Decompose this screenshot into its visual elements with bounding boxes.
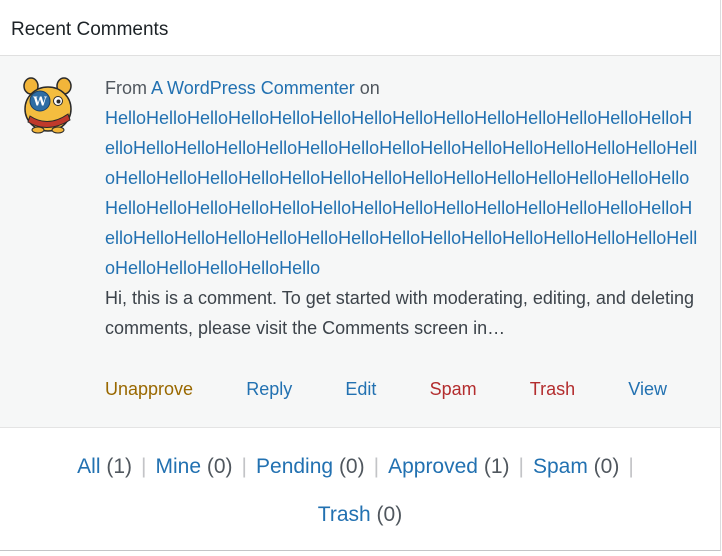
reply-action[interactable]: Reply bbox=[246, 374, 292, 404]
filter-separator: | bbox=[373, 455, 380, 478]
filter-all-link[interactable]: All bbox=[77, 455, 100, 478]
filter-approved: Approved (1) bbox=[388, 455, 509, 478]
filter-line-1: All (1) | Mine (0) | Pending (0) | Approved (1… bbox=[24, 449, 696, 485]
filter-spam-link[interactable]: Spam bbox=[533, 455, 588, 478]
filter-approved-link[interactable]: Approved bbox=[388, 455, 478, 478]
wapuu-avatar-icon: W bbox=[23, 77, 72, 134]
filter-line-2: Trash (0) bbox=[24, 497, 696, 533]
comment-excerpt: Hi, this is a comment. To get started wi… bbox=[105, 288, 694, 338]
from-label: From bbox=[105, 78, 147, 98]
filter-approved-count: (1) bbox=[483, 455, 510, 478]
filter-all: All (1) bbox=[77, 455, 132, 478]
comment-meta: From A WordPress Commenter on bbox=[105, 73, 701, 103]
filter-separator: | bbox=[241, 455, 248, 478]
unapprove-action[interactable]: Unapprove bbox=[105, 374, 193, 404]
widget-title: Recent Comments bbox=[11, 19, 169, 40]
filter-pending-count: (0) bbox=[338, 455, 365, 478]
filter-separator: | bbox=[628, 455, 634, 478]
filter-mine: Mine (0) bbox=[156, 455, 233, 478]
comment-status-filters: All (1) | Mine (0) | Pending (0) | Approved (1… bbox=[0, 449, 720, 533]
filter-separator: | bbox=[518, 455, 524, 478]
filter-all-count: (1) bbox=[106, 455, 133, 478]
filter-spam-count: (0) bbox=[593, 455, 620, 478]
widget-header: Recent Comments bbox=[0, 0, 720, 56]
post-title-link[interactable]: HelloHelloHelloHelloHelloHelloHelloHello… bbox=[105, 103, 701, 283]
comment-author-link[interactable]: A WordPress Commenter bbox=[151, 78, 355, 98]
spam-action[interactable]: Spam bbox=[430, 374, 477, 404]
svg-text:W: W bbox=[32, 95, 47, 109]
comment-item: W From A WordPress Commenter on HelloHel… bbox=[0, 56, 720, 428]
trash-action[interactable]: Trash bbox=[530, 374, 575, 404]
edit-action[interactable]: Edit bbox=[345, 374, 376, 404]
filter-mine-link[interactable]: Mine bbox=[156, 455, 202, 478]
filter-trash: Trash (0) bbox=[318, 503, 402, 526]
on-label: on bbox=[359, 78, 380, 98]
filter-pending-link[interactable]: Pending bbox=[256, 455, 333, 478]
comment-row-actions: Unapprove Reply Edit Spam Trash View bbox=[105, 374, 705, 404]
view-action[interactable]: View bbox=[628, 374, 667, 404]
comment-body: From A WordPress Commenter on HelloHello… bbox=[105, 73, 701, 343]
filter-mine-count: (0) bbox=[206, 455, 233, 478]
recent-comments-widget: Recent Comments W From A WordPress Comme… bbox=[0, 0, 721, 551]
filter-trash-link[interactable]: Trash bbox=[318, 503, 371, 526]
filter-trash-count: (0) bbox=[376, 503, 403, 526]
filter-pending: Pending (0) bbox=[256, 455, 365, 478]
filter-spam: Spam (0) bbox=[533, 455, 619, 478]
filter-separator: | bbox=[141, 455, 147, 478]
